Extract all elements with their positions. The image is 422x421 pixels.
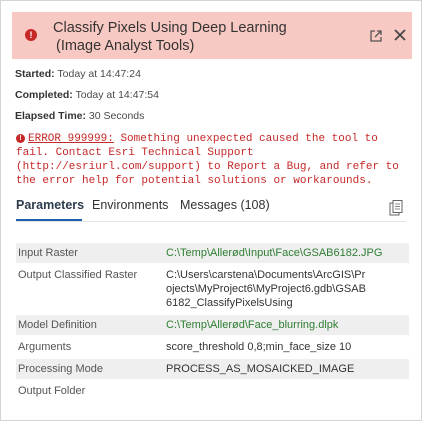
elapsed-value: 30 Seconds xyxy=(88,110,145,122)
tool-title-line2: (Image Analyst Tools) xyxy=(56,38,195,54)
tool-result-panel: ! Classify Pixels Using Deep Learning (I… xyxy=(0,0,422,421)
tab-messages[interactable]: Messages (108) xyxy=(180,198,270,212)
table-row: Output Folder xyxy=(16,379,409,403)
close-icon[interactable] xyxy=(393,28,407,42)
table-row: Arguments score_threshold 0,8;min_face_s… xyxy=(16,335,409,359)
table-row: Input Raster C:\Temp\Allerød\Input\Face\… xyxy=(16,243,409,263)
tool-title: Classify Pixels Using Deep Learning (Ima… xyxy=(53,19,287,55)
param-label: Processing Mode xyxy=(18,363,103,375)
param-value-link[interactable]: C:\Temp\Allerød\Face_blurring.dlpk xyxy=(166,318,409,332)
param-label: Output Folder xyxy=(18,385,86,397)
started-value: Today at 14:47:24 xyxy=(57,68,141,80)
table-row: Model Definition C:\Temp\Allerød\Face_bl… xyxy=(16,315,409,335)
elapsed-info: Elapsed Time: 30 Seconds xyxy=(15,110,144,122)
param-label: Input Raster xyxy=(18,247,78,259)
param-label: Arguments xyxy=(18,341,72,353)
elapsed-label: Elapsed Time: xyxy=(15,110,86,122)
param-value: score_threshold 0,8;min_face_size 10 xyxy=(166,341,352,353)
param-value-link[interactable]: C:\Temp\Allerød\Input\Face\GSAB6182.JPG xyxy=(166,246,409,260)
param-label: Model Definition xyxy=(18,319,97,331)
param-value: C:\Users\carstena\Documents\ArcGIS\Proje… xyxy=(166,269,366,309)
completed-label: Completed: xyxy=(15,89,73,101)
tab-divider xyxy=(16,221,406,222)
table-row: Processing Mode PROCESS_AS_MOSAICKED_IMA… xyxy=(16,359,409,379)
error-icon: ! xyxy=(25,29,37,41)
param-value xyxy=(166,384,409,398)
started-info: Started: Today at 14:47:24 xyxy=(15,68,141,80)
error-code-link[interactable]: ERROR 999999: xyxy=(28,133,114,145)
param-label: Output Classified Raster xyxy=(18,269,138,281)
tool-title-line1: Classify Pixels Using Deep Learning xyxy=(53,20,287,36)
completed-value: Today at 14:47:54 xyxy=(75,89,159,101)
popout-icon[interactable] xyxy=(369,29,383,43)
tab-environments[interactable]: Environments xyxy=(92,198,168,212)
completed-info: Completed: Today at 14:47:54 xyxy=(15,89,159,101)
error-header: ! Classify Pixels Using Deep Learning (I… xyxy=(12,12,412,59)
param-value: PROCESS_AS_MOSAICKED_IMAGE xyxy=(166,363,355,375)
copy-icon[interactable] xyxy=(389,200,403,216)
tab-parameters[interactable]: Parameters xyxy=(16,198,84,212)
error-small-icon: ! xyxy=(16,134,25,143)
parameters-table: Input Raster C:\Temp\Allerød\Input\Face\… xyxy=(16,243,409,403)
error-message: ! ERROR 999999: Something unexpected caus… xyxy=(16,132,411,188)
table-row: Output Classified Raster C:\Users\carste… xyxy=(16,263,409,315)
started-label: Started: xyxy=(15,68,55,80)
